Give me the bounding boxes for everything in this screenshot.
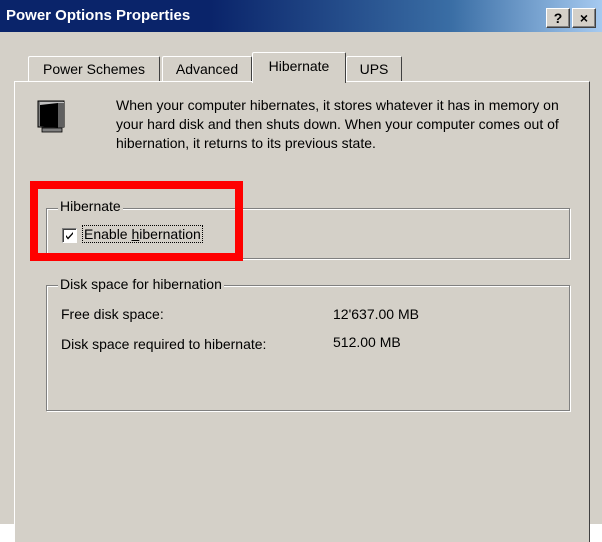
tab-advanced[interactable]: Advanced	[162, 56, 252, 81]
tab-ups[interactable]: UPS	[346, 56, 402, 81]
required-disk-space-label: Disk space required to hibernate:	[61, 336, 267, 352]
window-title: Power Options Properties	[6, 7, 191, 24]
close-button[interactable]: ×	[572, 8, 596, 28]
monitor-moon-icon	[36, 100, 68, 133]
disk-space-group-title: Disk space for hibernation	[58, 276, 224, 292]
free-disk-space-value: 12'637.00 MB	[333, 306, 419, 322]
required-disk-space-value: 512.00 MB	[333, 334, 401, 350]
help-button[interactable]: ?	[546, 8, 570, 28]
highlight-annotation-box	[30, 181, 243, 261]
hibernate-description: When your computer hibernates, it stores…	[116, 97, 559, 151]
title-bar[interactable]: Power Options Properties ? ×	[0, 0, 602, 32]
free-disk-space-label: Free disk space:	[61, 306, 164, 322]
tab-power-schemes[interactable]: Power Schemes	[28, 56, 160, 81]
power-options-window: Power Options Properties ? × Power Schem…	[0, 0, 602, 542]
tab-hibernate[interactable]: Hibernate	[252, 52, 346, 83]
